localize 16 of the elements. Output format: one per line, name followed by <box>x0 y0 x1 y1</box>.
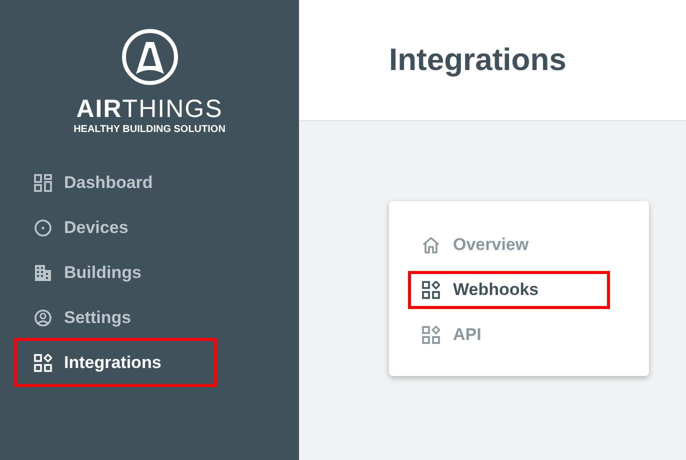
user-circle-icon <box>34 308 52 326</box>
puzzle-grid-icon <box>34 354 52 372</box>
logo-icon <box>120 28 178 86</box>
submenu-item[interactable]: Webhooks <box>408 271 610 309</box>
page-title: Integrations <box>389 40 566 79</box>
submenu-item[interactable]: API <box>408 316 610 354</box>
puzzle-grid-icon <box>422 281 440 299</box>
logo-tagline: HEALTHY BUILDING SOLUTION <box>74 124 226 136</box>
logo-wordmark: AIRTHINGS <box>76 96 223 122</box>
circle-dot-icon <box>34 218 52 236</box>
puzzle-grid-icon <box>422 326 440 344</box>
submenu-item[interactable]: Overview <box>408 226 610 264</box>
grid-icon <box>34 174 52 192</box>
nav-item[interactable]: Integrations <box>14 338 217 387</box>
building-icon <box>34 264 52 282</box>
home-icon <box>422 236 440 254</box>
